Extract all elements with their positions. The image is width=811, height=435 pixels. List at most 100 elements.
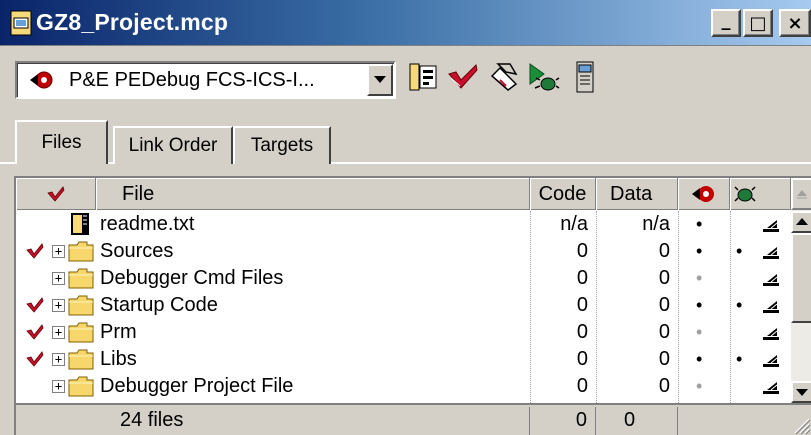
target-select[interactable]: P&E PEDebug FCS-ICS-I... — [15, 61, 396, 99]
vertical-scrollbar[interactable] — [791, 178, 811, 403]
debug-flag-dot[interactable]: • — [696, 265, 702, 292]
data-size: 0 — [658, 375, 670, 397]
checkmark-icon[interactable] — [26, 324, 44, 340]
checkmark-icon[interactable] — [26, 297, 44, 313]
bug-flag-dot[interactable]: • — [736, 292, 742, 319]
title-bar[interactable]: GZ8_Project.mcp _ □ × — [0, 0, 811, 46]
status-footer: 24 files 0 0 — [16, 403, 811, 435]
file-list-panel: File Code Data readme.txt n/a n/a • + Sources… — [14, 176, 811, 435]
data-size: 0 — [658, 321, 670, 343]
tab-files-label: Files — [41, 132, 82, 153]
folder-icon — [68, 322, 94, 343]
scroll-thumb[interactable] — [791, 233, 811, 323]
target-marker-icon[interactable] — [761, 217, 781, 233]
settings-icon[interactable] — [406, 60, 440, 94]
tab-targets-label: Targets — [250, 135, 314, 156]
table-row[interactable]: + Debugger Project File 0 0 • — [16, 373, 791, 400]
debug-flag-dot[interactable]: • — [696, 319, 702, 346]
header-data-label: Data — [610, 182, 653, 205]
expand-toggle-icon[interactable]: + — [52, 353, 65, 366]
bug-flag-dot[interactable]: • — [736, 238, 742, 265]
table-row[interactable]: + Libs 0 0 • • — [16, 346, 791, 373]
header-file[interactable]: File — [96, 178, 530, 210]
target-marker-icon[interactable] — [761, 325, 781, 341]
table-row[interactable]: + Sources 0 0 • • — [16, 238, 791, 265]
folder-icon — [68, 241, 94, 262]
tab-link-order[interactable]: Link Order — [113, 126, 233, 164]
project-file-icon — [10, 10, 32, 36]
synchronize-modification-dates-icon[interactable] — [446, 60, 480, 94]
minimize-icon: _ — [721, 9, 731, 31]
data-size: 0 — [658, 240, 670, 262]
code-size: 0 — [576, 294, 588, 316]
bug-icon — [734, 186, 756, 202]
target-marker-icon[interactable] — [761, 352, 781, 368]
tab-files[interactable]: Files — [15, 120, 108, 164]
header-code[interactable]: Code — [530, 178, 596, 210]
table-row[interactable]: + Debugger Cmd Files 0 0 • — [16, 265, 791, 292]
code-size: n/a — [560, 213, 588, 235]
debug-flag-dot[interactable]: • — [696, 373, 702, 400]
toolbar: P&E PEDebug FCS-ICS-I... — [0, 46, 811, 108]
tab-targets[interactable]: Targets — [233, 126, 331, 164]
target-select-dropdown-button[interactable] — [367, 64, 393, 96]
target-marker-icon[interactable] — [761, 271, 781, 287]
expand-toggle-icon[interactable]: + — [52, 272, 65, 285]
target-marker-icon[interactable] — [761, 298, 781, 314]
data-size: n/a — [642, 213, 670, 235]
data-size: 0 — [658, 294, 670, 316]
debug-target-icon — [691, 186, 714, 202]
data-size: 0 — [658, 267, 670, 289]
scroll-down-button[interactable] — [791, 381, 811, 403]
code-size: 0 — [576, 348, 588, 370]
header-file-label: File — [122, 182, 155, 205]
target-marker-icon[interactable] — [761, 379, 781, 395]
folder-icon — [68, 376, 94, 397]
expand-toggle-icon[interactable]: + — [52, 380, 65, 393]
file-name: Sources — [100, 240, 174, 262]
debug-icon[interactable] — [526, 60, 560, 94]
tab-strip: Files Link Order Targets — [0, 110, 811, 176]
file-count-label: 24 files — [120, 409, 184, 431]
minimize-button[interactable]: _ — [711, 9, 741, 37]
file-name: Prm — [100, 321, 137, 343]
file-name: readme.txt — [100, 213, 195, 235]
target-marker-icon[interactable] — [761, 244, 781, 260]
debug-flag-dot[interactable]: • — [696, 292, 702, 319]
maximize-icon: □ — [749, 12, 767, 34]
checkmark-icon[interactable] — [26, 243, 44, 259]
file-name: Debugger Project File — [100, 375, 294, 397]
folder-icon — [68, 349, 94, 370]
code-size: 0 — [576, 375, 588, 397]
bug-flag-dot[interactable]: • — [736, 346, 742, 373]
chevron-down-icon — [374, 76, 386, 83]
table-row[interactable]: readme.txt n/a n/a • — [16, 211, 791, 238]
header-bug-column[interactable] — [730, 178, 791, 210]
scrollbar-header-corner — [791, 178, 811, 210]
chevron-up-icon — [796, 218, 808, 225]
close-button[interactable]: × — [779, 9, 811, 37]
target-select-value: P&E PEDebug FCS-ICS-I... — [69, 69, 315, 91]
debug-flag-dot[interactable]: • — [696, 238, 702, 265]
maximize-button[interactable]: □ — [743, 9, 773, 37]
table-row[interactable]: + Startup Code 0 0 • • — [16, 292, 791, 319]
project-inspector-icon[interactable] — [568, 60, 602, 94]
file-count: 24 files — [16, 407, 530, 435]
expand-toggle-icon[interactable]: + — [52, 245, 65, 258]
code-size: 0 — [576, 267, 588, 289]
code-total: 0 — [530, 407, 596, 435]
header-code-label: Code — [538, 182, 587, 205]
resize-grip-icon[interactable] — [791, 415, 811, 435]
header-data[interactable]: Data — [596, 178, 678, 210]
header-debug-column[interactable] — [678, 178, 730, 210]
expand-toggle-icon[interactable]: + — [52, 326, 65, 339]
scroll-up-button[interactable] — [791, 211, 811, 233]
text-file-icon — [71, 213, 89, 235]
header-touch-column[interactable] — [16, 178, 96, 210]
expand-toggle-icon[interactable]: + — [52, 299, 65, 312]
make-icon[interactable] — [488, 60, 522, 94]
table-row[interactable]: + Prm 0 0 • — [16, 319, 791, 346]
debug-flag-dot[interactable]: • — [696, 346, 702, 373]
debug-flag-dot[interactable]: • — [696, 211, 702, 238]
checkmark-icon[interactable] — [26, 351, 44, 367]
